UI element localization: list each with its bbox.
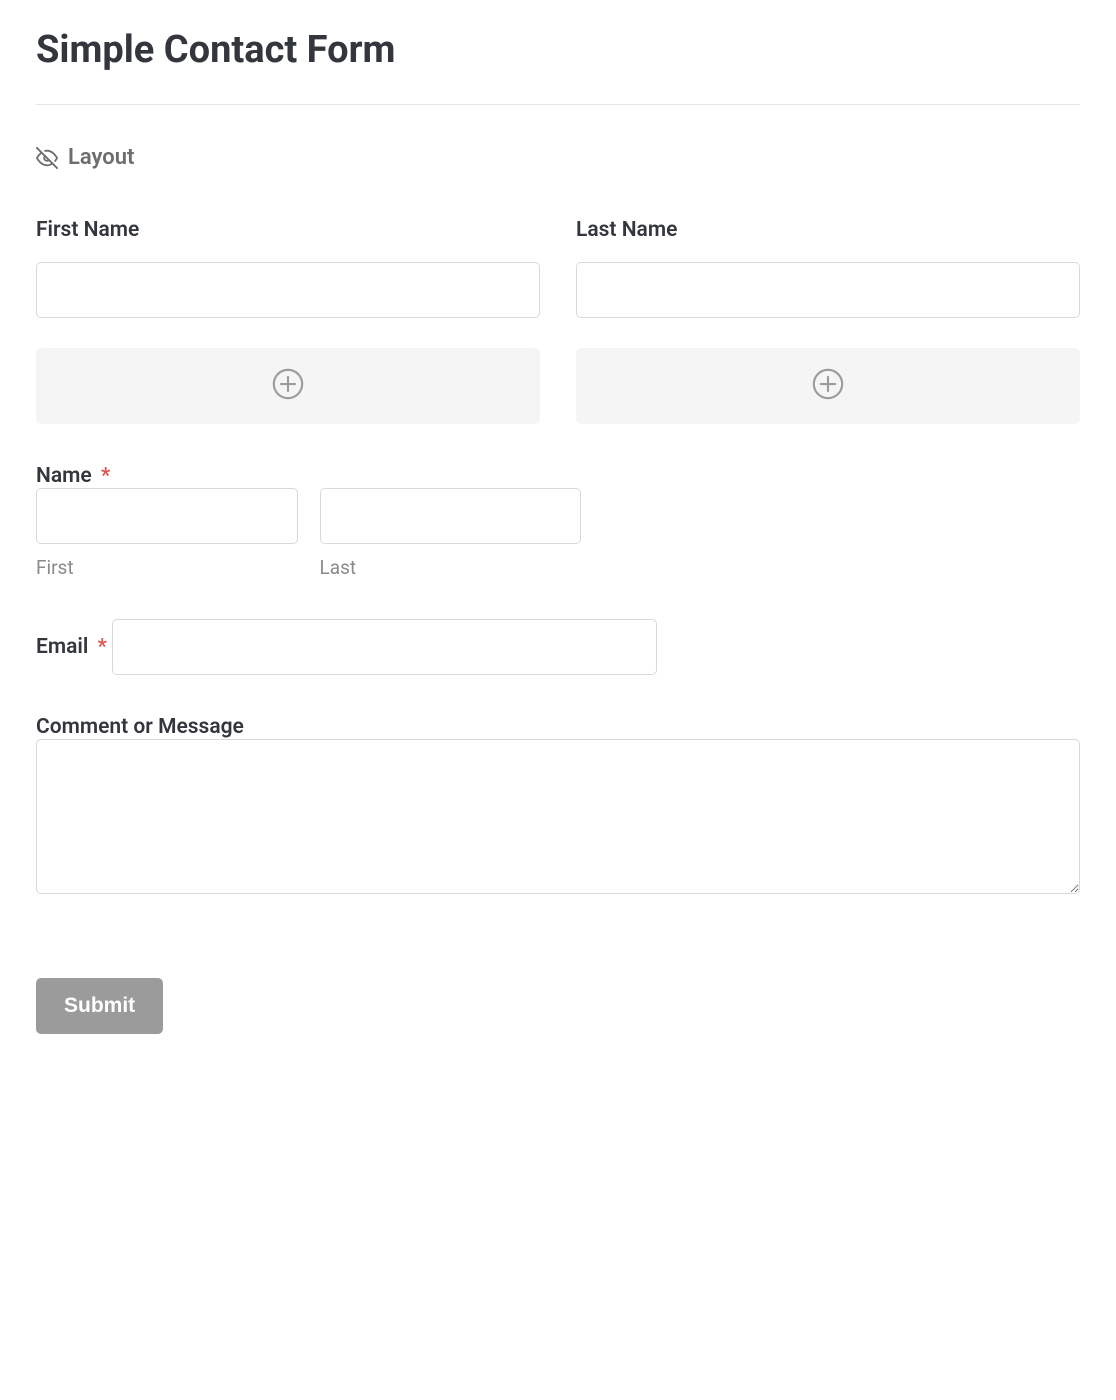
layout-label: Layout xyxy=(68,145,134,170)
column-right: Last Name xyxy=(576,218,1080,424)
column-left: First Name xyxy=(36,218,540,424)
first-name-input[interactable] xyxy=(36,262,540,318)
name-label: Name * xyxy=(36,464,110,488)
first-name-label: First Name xyxy=(36,218,540,242)
name-first-wrapper: First xyxy=(36,488,298,579)
message-label: Comment or Message xyxy=(36,715,244,739)
divider xyxy=(36,104,1080,105)
message-field-group: Comment or Message xyxy=(36,715,1080,898)
last-name-label: Last Name xyxy=(576,218,1080,242)
layout-columns: First Name Last Name xyxy=(36,218,1080,424)
name-first-input[interactable] xyxy=(36,488,298,544)
name-field-group: Name * First Last xyxy=(36,464,1080,579)
email-label: Email * xyxy=(36,635,112,659)
page-title: Simple Contact Form xyxy=(36,28,1080,72)
submit-button[interactable]: Submit xyxy=(36,978,163,1034)
add-field-button-left[interactable] xyxy=(36,348,540,424)
name-last-sublabel: Last xyxy=(320,556,582,579)
name-last-input[interactable] xyxy=(320,488,582,544)
last-name-input[interactable] xyxy=(576,262,1080,318)
name-input-pair: First Last xyxy=(36,488,581,579)
layout-section-header: Layout xyxy=(36,145,1080,170)
plus-circle-icon xyxy=(271,367,305,405)
required-marker: * xyxy=(98,635,107,659)
required-marker: * xyxy=(101,464,110,488)
name-last-wrapper: Last xyxy=(320,488,582,579)
add-field-button-right[interactable] xyxy=(576,348,1080,424)
email-input[interactable] xyxy=(112,619,657,675)
name-first-sublabel: First xyxy=(36,556,298,579)
plus-circle-icon xyxy=(811,367,845,405)
message-textarea[interactable] xyxy=(36,739,1080,894)
email-field-group: Email * xyxy=(36,619,1080,675)
eye-off-icon xyxy=(36,147,58,169)
email-label-text: Email xyxy=(36,635,88,659)
name-label-text: Name xyxy=(36,464,92,488)
